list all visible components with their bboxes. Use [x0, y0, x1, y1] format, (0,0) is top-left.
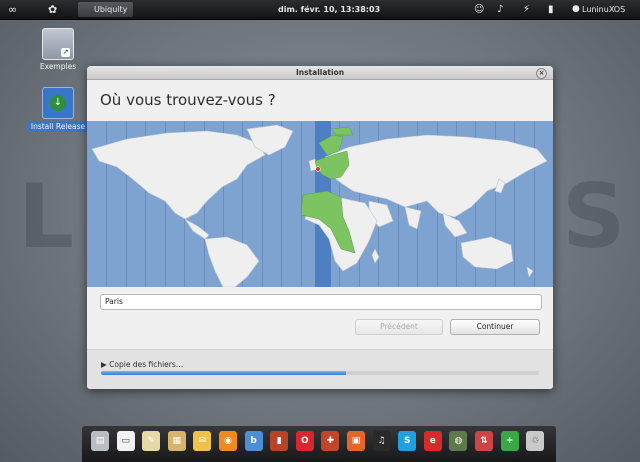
- city-marker: [315, 166, 321, 172]
- progress-fill: [101, 371, 347, 375]
- notes-icon[interactable]: ▦: [167, 431, 186, 451]
- desktop-icon-label: Exemples: [39, 62, 77, 71]
- progress-label[interactable]: ▶ Copie des fichiers…: [101, 360, 183, 369]
- stickies-icon[interactable]: ✉: [193, 431, 212, 451]
- world-map: [91, 124, 548, 287]
- network-icon[interactable]: ⇅: [475, 431, 493, 451]
- central-america-land: [184, 218, 210, 240]
- installer-window: Installation × Où vous trouvez-vous ? Pa…: [87, 66, 553, 389]
- accessibility-icon[interactable]: ☺: [474, 0, 484, 19]
- north-america-land: [91, 130, 266, 220]
- progress-bar: [101, 371, 539, 375]
- battery-icon[interactable]: ▮: [548, 0, 554, 19]
- continue-button[interactable]: Continuer: [450, 319, 540, 335]
- network-icon[interactable]: ⚡: [523, 0, 530, 19]
- puzzle-icon[interactable]: ✚: [321, 431, 340, 451]
- window-title: Installation: [295, 68, 345, 77]
- desktop-icon-label: Install Release: [28, 121, 88, 132]
- nautilus-icon[interactable]: ▤: [91, 431, 109, 451]
- timezone-map[interactable]: [87, 121, 553, 287]
- top-panel: ∞ ✿ Ubiquity dim. févr. 10, 13:38:03 ☺ ♪…: [0, 0, 640, 20]
- active-app-button[interactable]: Ubiquity: [78, 2, 134, 17]
- south-asia-land: [404, 206, 422, 230]
- window-titlebar[interactable]: Installation ×: [87, 66, 553, 80]
- image-viewer-icon[interactable]: ▣: [347, 431, 365, 451]
- user-icon[interactable]: ●: [572, 0, 580, 19]
- add-icon[interactable]: +: [500, 431, 519, 451]
- social-icon[interactable]: b: [244, 431, 263, 451]
- book-icon[interactable]: ▮: [270, 431, 289, 451]
- close-icon[interactable]: ×: [536, 68, 547, 79]
- text-editor-icon[interactable]: ✎: [142, 431, 161, 451]
- back-button[interactable]: Précédent: [355, 319, 443, 335]
- clock[interactable]: dim. févr. 10, 13:38:03: [278, 0, 380, 19]
- desktop-icon-install-release[interactable]: ↓ Install Release: [28, 87, 88, 132]
- progress-area: ▶ Copie des fichiers…: [87, 349, 553, 389]
- rss-icon[interactable]: ◉: [219, 431, 237, 451]
- trash-icon[interactable]: ♲: [526, 431, 545, 451]
- install-icon: ↓: [42, 87, 74, 119]
- new-zealand-land: [526, 266, 534, 278]
- ie-icon[interactable]: e: [423, 431, 442, 451]
- page-title: Où vous trouvez-vous ?: [100, 91, 276, 109]
- infinity-menu-icon[interactable]: ∞: [8, 0, 17, 19]
- skype-icon[interactable]: S: [398, 431, 417, 451]
- australia-land: [460, 236, 514, 270]
- south-america-land: [204, 236, 260, 287]
- gnome-foot-icon[interactable]: ✿: [48, 0, 57, 19]
- globe-icon[interactable]: ◍: [449, 431, 468, 451]
- active-app-label: Ubiquity: [94, 5, 128, 14]
- dock: ▤ ▭ ✎ ▦ ✉ ◉ b ▮ O ✚ ▣ ♫ Se ◍ ⇅ + ♲: [82, 426, 556, 462]
- document-icon[interactable]: ▭: [116, 431, 135, 451]
- opera-icon[interactable]: O: [295, 431, 314, 451]
- microphone-icon[interactable]: ♫: [372, 431, 391, 451]
- wallpaper-watermark: S: [562, 165, 640, 268]
- folder-icon: ↗: [42, 28, 74, 60]
- user-name[interactable]: LuninuXOS: [582, 0, 625, 19]
- volume-icon[interactable]: ♪: [497, 0, 503, 19]
- madagascar-land: [371, 248, 380, 264]
- city-input[interactable]: Paris: [100, 294, 542, 310]
- desktop-icon-examples[interactable]: ↗ Exemples: [38, 28, 78, 71]
